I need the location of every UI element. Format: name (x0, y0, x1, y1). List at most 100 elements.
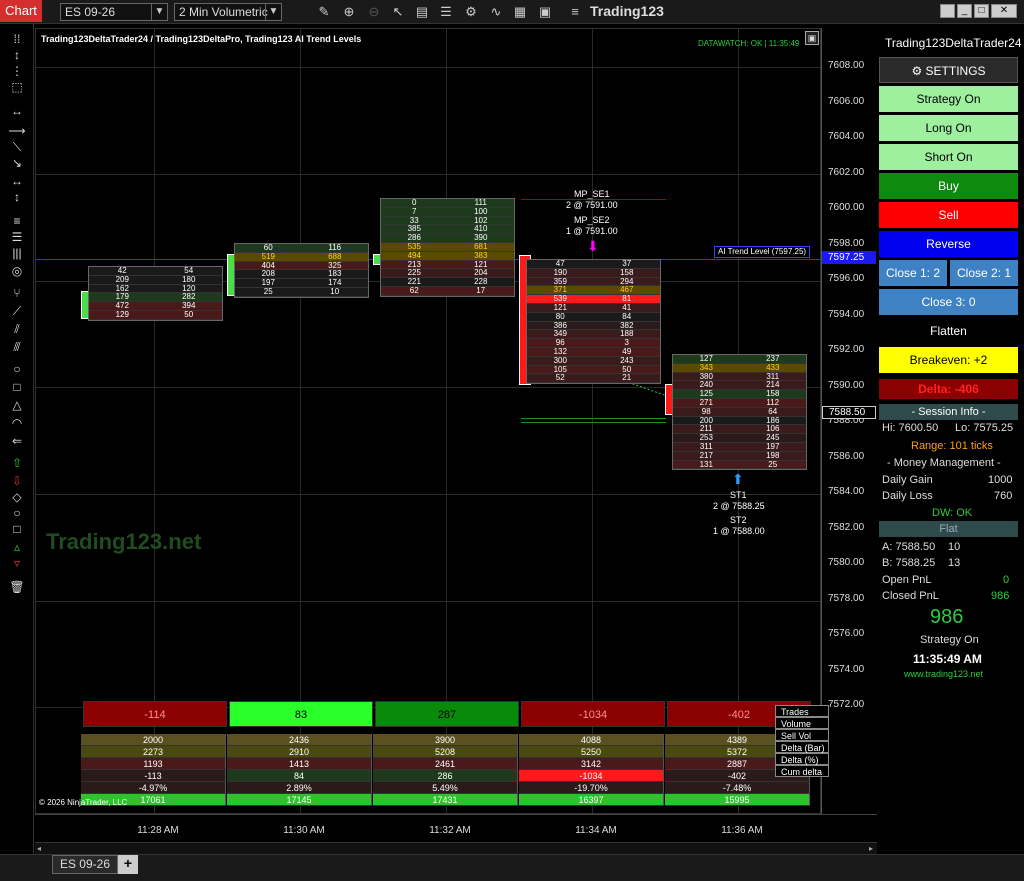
ray-icon[interactable]: ⟶ (8, 124, 26, 138)
data-box-icon[interactable]: ▤ (413, 3, 431, 21)
stats-cell: -113 (81, 770, 226, 782)
dot-icon[interactable]: ○ (8, 506, 26, 520)
text-icon[interactable]: ⇐ (8, 434, 26, 448)
ask-volume: 198 (766, 450, 780, 460)
ask-volume: 106 (766, 424, 780, 434)
hamburger-menu-icon[interactable]: ≡ (566, 3, 584, 21)
andrews-pitchfork-icon[interactable]: ⑂ (8, 286, 26, 300)
close-2-button[interactable]: Close 2: 1 (950, 260, 1018, 286)
ask-volume: 410 (474, 224, 488, 234)
risk-reward-icon[interactable]: ↕ (8, 48, 26, 62)
period-select[interactable]: 2 Min Volumetric ▼ (174, 3, 282, 21)
maximize-button[interactable]: □ (974, 4, 989, 18)
footprint-row: 349 188 (527, 330, 660, 340)
properties-icon[interactable]: ☰ (437, 3, 455, 21)
fibonacci-extension-icon[interactable]: ☰ (8, 230, 26, 244)
region-icon[interactable]: ⬚ (8, 80, 26, 94)
close-1-button[interactable]: Close 1: 2 (879, 260, 947, 286)
bid-volume: 494 (407, 250, 421, 260)
window-title: Trading123 (590, 3, 664, 19)
trend-channel-icon[interactable]: ⫻ (8, 340, 26, 354)
fibonacci-retracement-icon[interactable]: ≡ (8, 214, 26, 228)
minimize-button[interactable]: _ (957, 4, 972, 18)
square-icon[interactable]: □ (8, 522, 26, 536)
ask-volume: 116 (328, 243, 342, 252)
period-value: 2 Min Volumetric (179, 5, 268, 19)
zoom-out-icon[interactable]: ⊖ (365, 3, 383, 21)
bid-volume: 162 (115, 283, 129, 293)
line-icon[interactable]: ↔ (8, 104, 26, 118)
breakeven-button[interactable]: Breakeven: +2 (879, 347, 1018, 373)
extended-line-icon[interactable]: ⟍ (8, 140, 26, 154)
price-tick: 7606.00 (828, 95, 865, 107)
price-tick: 7590.00 (828, 379, 865, 391)
window-option-button[interactable] (940, 4, 955, 18)
arrow-down-icon[interactable]: ⇩ (8, 474, 26, 488)
arrow-line-icon[interactable]: ↘ (8, 156, 26, 170)
close-button[interactable]: ✕ (991, 4, 1017, 18)
footprint-row: 125 158 (673, 390, 806, 399)
stats-cell: 3900 (373, 734, 518, 746)
ask-volume: 183 (328, 269, 342, 279)
time-axis[interactable]: 11:28 AM 11:30 AM 11:32 AM 11:34 AM 11:36 AM (35, 814, 877, 842)
price-tick: 7586.00 (828, 450, 865, 462)
footprint-row: 80 84 (527, 312, 660, 322)
ellipse-icon[interactable]: ○ (8, 362, 26, 376)
pencil-icon[interactable]: ✎ (315, 3, 333, 21)
gann-fan-icon[interactable]: ⟋ (8, 304, 26, 318)
chart-plot-area[interactable]: Trading123DeltaTrader24 / Trading123Delt… (35, 28, 821, 814)
flatten-button[interactable]: Flatten (879, 318, 1018, 344)
triangle-down-icon[interactable]: ▿ (8, 556, 26, 570)
tab-es[interactable]: ES 09-26 (52, 855, 118, 874)
bid-volume: 25 (263, 286, 273, 296)
long-on-button[interactable]: Long On (879, 115, 1018, 141)
add-tab-button[interactable]: + (118, 855, 138, 874)
scroll-left-icon[interactable]: ◂ (37, 844, 41, 853)
triangle-up-icon[interactable]: ▵ (8, 540, 26, 554)
fibonacci-time-icon[interactable]: ||| (8, 246, 26, 260)
horizontal-line-icon[interactable]: ↔ (8, 174, 26, 188)
ask-volume: 204 (474, 268, 488, 278)
reverse-button[interactable]: Reverse (879, 231, 1018, 257)
settings-button[interactable]: ⚙ SETTINGS (879, 57, 1018, 83)
instrument-select[interactable]: ES 09-26 ▼ (60, 3, 168, 21)
diamond-icon[interactable]: ◇ (8, 490, 26, 504)
triangle-icon[interactable]: △ (8, 398, 26, 412)
templates-icon[interactable]: ▦ (511, 3, 529, 21)
footprint-row: 386 382 (527, 321, 660, 331)
trash-icon[interactable]: 🗑 (8, 580, 26, 594)
price-axis[interactable]: 7608.00 7606.00 7604.00 7602.00 7600.00 7598.… (821, 28, 877, 814)
ruler-icon[interactable]: ⁞⁞ (8, 32, 26, 46)
strategy-on-button[interactable]: Strategy On (879, 86, 1018, 112)
stats-cell: 17431 (373, 794, 518, 806)
vertical-line-icon[interactable]: ↕ (8, 190, 26, 204)
regression-channel-icon[interactable]: ⫽ (8, 322, 26, 336)
ask-volume: 197 (766, 441, 780, 451)
price-range-icon[interactable]: ⋮ (8, 64, 26, 78)
scroll-right-icon[interactable]: ▸ (869, 844, 873, 853)
pointer-icon[interactable]: ↖ (389, 3, 407, 21)
stats-cell: -1034 (519, 770, 664, 782)
short-on-button[interactable]: Short On (879, 144, 1018, 170)
drawing-objects-icon[interactable]: ▣ (536, 3, 554, 21)
bid-volume: 385 (407, 224, 421, 234)
sell-button[interactable]: Sell (879, 202, 1018, 228)
footprint-row: 131 25 (673, 460, 806, 470)
horizontal-scrollbar[interactable]: ◂ ▸ (35, 842, 877, 854)
ask-volume: 41 (622, 302, 632, 312)
footprint-row: 127 237 (673, 355, 806, 364)
zoom-in-icon[interactable]: ⊕ (340, 3, 358, 21)
fibonacci-circle-icon[interactable]: ◎ (8, 264, 26, 278)
website-link[interactable]: www.trading123.net (904, 669, 983, 679)
buy-button[interactable]: Buy (879, 173, 1018, 199)
arc-icon[interactable]: ◠ (8, 416, 26, 430)
ask-volume: 681 (474, 241, 488, 251)
arrow-up-icon[interactable]: ⇧ (8, 456, 26, 470)
stats-cell: 2436 (227, 734, 372, 746)
rectangle-icon[interactable]: □ (8, 380, 26, 394)
close-3-button[interactable]: Close 3: 0 (879, 289, 1018, 315)
strategies-icon[interactable]: ⚙ (462, 3, 480, 21)
gear-icon: ⚙ (911, 64, 926, 78)
chart-menu-button[interactable]: Chart (0, 0, 42, 22)
indicators-icon[interactable]: ∿ (487, 3, 505, 21)
